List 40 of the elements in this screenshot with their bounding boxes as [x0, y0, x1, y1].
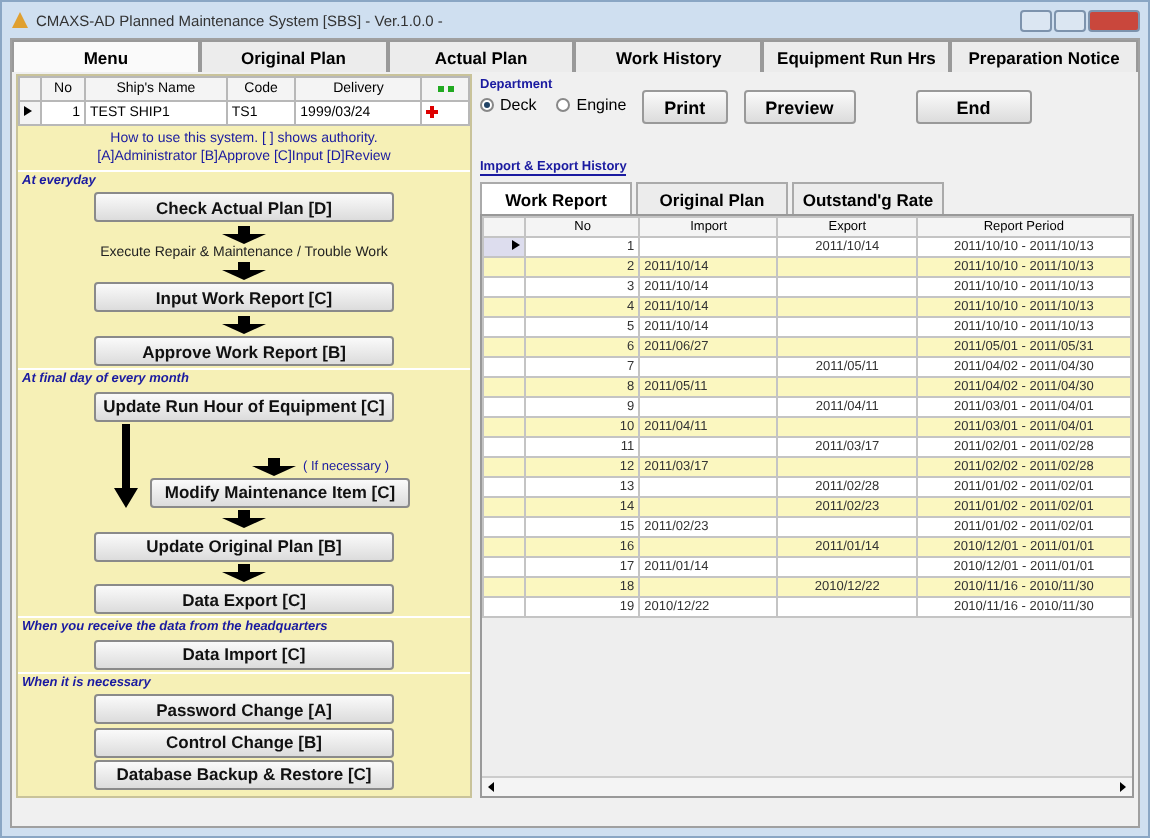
tab[interactable]: Original Plan [636, 182, 788, 214]
add-icon[interactable] [426, 105, 439, 117]
down-arrow-icon [251, 457, 295, 476]
menu-button[interactable]: Update Original Plan [B] [94, 531, 394, 562]
menu-button[interactable]: Data Export [C] [94, 584, 394, 615]
menu-button[interactable]: Database Backup & Restore [C] [94, 759, 394, 790]
tab[interactable]: Work Report [480, 182, 632, 214]
menu-button[interactable]: Control Change [B] [94, 727, 394, 758]
action-button[interactable]: Print [642, 90, 728, 124]
row-pointer-icon [512, 240, 521, 250]
department-radio[interactable]: Engine [556, 96, 627, 114]
down-arrow-icon [114, 423, 138, 508]
department-radio[interactable]: Deck [480, 96, 537, 114]
tab[interactable]: Equipment Run Hrs [762, 40, 951, 72]
close-button[interactable] [1088, 9, 1140, 31]
menu-button[interactable]: Check Actual Plan [D] [94, 192, 394, 223]
down-arrow-icon [222, 225, 266, 244]
down-arrow-icon [222, 315, 266, 334]
menu-button[interactable]: Password Change [A] [94, 694, 394, 725]
menu-button[interactable]: Modify Maintenance Item [C] [150, 477, 410, 508]
menu-button[interactable]: Approve Work Report [B] [94, 336, 394, 367]
down-arrow-icon [222, 262, 266, 281]
tab[interactable]: Actual Plan [387, 40, 575, 72]
horizontal-scrollbar[interactable] [482, 776, 1132, 796]
action-button[interactable]: Preview [743, 90, 856, 124]
down-arrow-icon [222, 510, 266, 529]
tab[interactable]: Preparation Notice [950, 40, 1138, 72]
menu-button[interactable]: Input Work Report [C] [94, 282, 394, 313]
down-arrow-icon [222, 563, 266, 582]
app-icon [10, 10, 30, 30]
action-button[interactable]: End [915, 90, 1032, 124]
menu-button[interactable]: Data Import [C] [94, 639, 394, 670]
row-pointer-icon [24, 106, 32, 116]
minimize-button[interactable] [1020, 9, 1052, 31]
tab[interactable]: Menu [12, 40, 200, 72]
menu-button[interactable]: Update Run Hour of Equipment [C] [94, 391, 394, 422]
maximize-button[interactable] [1054, 9, 1086, 31]
tab[interactable]: Outstand'g Rate [792, 182, 944, 214]
tab[interactable]: Work History [574, 40, 763, 72]
tab[interactable]: Original Plan [199, 40, 388, 72]
